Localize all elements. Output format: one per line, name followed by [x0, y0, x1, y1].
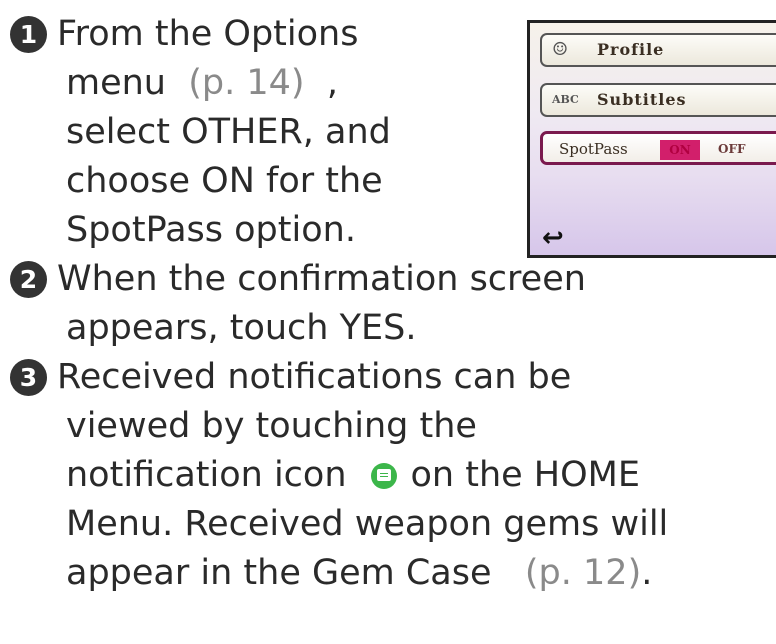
step-1: 1 From the Options menu (p. 14) , select … [10, 10, 391, 255]
notification-icon [370, 463, 397, 489]
step-number-3: 3 [10, 359, 47, 396]
subtitles-icon: ABC [552, 93, 579, 106]
step-2-line-2: appears, touch YES. [66, 308, 417, 348]
profile-label: Profile [597, 40, 665, 59]
spotpass-on-button: ON [660, 140, 700, 160]
step-3-line-3: notification icon [66, 455, 347, 495]
step-1-line-4: choose ON for the [66, 161, 383, 201]
step-3-line-1: Received notifications can be [57, 357, 572, 397]
subtitles-label: Subtitles [597, 90, 687, 109]
options-screen-image: ☺ Profile ABC Subtitles SpotPass ON OFF … [527, 20, 776, 258]
step-1-punct: , [326, 63, 338, 103]
step-3-line-4: on the HOME [410, 455, 640, 495]
step-3: 3 Received notifications can be viewed by… [10, 353, 668, 598]
step-1-line-5: SpotPass option. [66, 210, 356, 250]
spotpass-option: SpotPass ON OFF [540, 131, 776, 165]
step-2: 2 When the confirmation screen appears, t… [10, 255, 586, 353]
spotpass-label: SpotPass [559, 140, 628, 158]
page-ref-14[interactable]: (p. 14) [188, 63, 304, 103]
back-arrow-icon: ↩ [542, 223, 564, 253]
step-1-line-1: From the Options [57, 14, 359, 54]
spotpass-off-button: OFF [718, 142, 746, 156]
profile-option: ☺ Profile [540, 33, 776, 67]
page-ref-12[interactable]: (p. 12) [525, 553, 641, 593]
profile-icon: ☺ [552, 39, 569, 60]
step-2-line-1: When the confirmation screen [57, 259, 586, 299]
subtitles-option: ABC Subtitles [540, 83, 776, 117]
step-number-2: 2 [10, 261, 47, 298]
step-3-punct: . [641, 553, 653, 593]
step-number-1: 1 [10, 16, 47, 53]
step-3-line-5: Menu. Received weapon gems will [66, 504, 669, 544]
step-3-line-2: viewed by touching the [66, 406, 477, 446]
step-1-line-2: menu [66, 63, 166, 103]
step-3-line-6: appear in the Gem Case [66, 553, 492, 593]
step-1-line-3: select OTHER, and [66, 112, 391, 152]
